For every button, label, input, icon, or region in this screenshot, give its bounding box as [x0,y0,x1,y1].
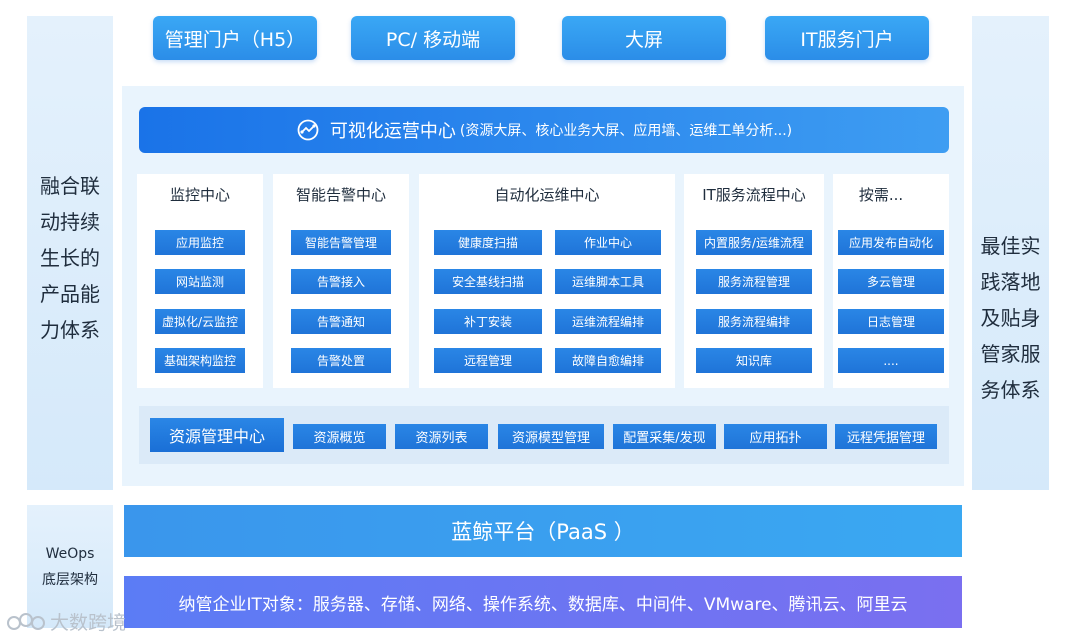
resource-management-center[interactable]: 资源管理中心 [150,418,284,452]
chip-service-flow-management[interactable]: 服务流程管理 [696,269,812,294]
watermark-text: 大数跨境 [50,612,127,634]
left-side-line: 产品能 [40,282,100,306]
card-title: 监控中心 [169,186,230,204]
right-side-text: 最佳实 践落地 及贴身 管家服 务体系 [972,228,1049,408]
visual-operations-center[interactable]: 可视化运营中心 (资源大屏、核心业务大屏、应用墙、运维工单分析...) [139,107,949,153]
chip-more[interactable]: .... [838,348,944,373]
chip-resource-overview[interactable]: 资源概览 [293,424,386,449]
chip-log-management[interactable]: 日志管理 [838,309,944,334]
chip-builtin-service-flow[interactable]: 内置服务/运维流程 [696,230,812,255]
chip-website-monitoring[interactable]: 网站监测 [155,269,245,294]
left-side-text: 融合联 动持续 生长的 产品能 力体系 [27,168,113,348]
card-intelligent-alert-center: 智能告警中心 智能告警管理 告警接入 告警通知 告警处置 [273,174,409,388]
chip-alert-management[interactable]: 智能告警管理 [291,230,391,255]
chip-alert-handling[interactable]: 告警处置 [291,348,391,373]
left-side-line: 动持续 [40,210,100,234]
chip-infrastructure-monitoring[interactable]: 基础架构监控 [155,348,245,373]
right-side-line: 务体系 [980,378,1041,402]
base-architecture-label: 底层架构 [42,571,98,588]
chip-app-release-automation[interactable]: 应用发布自动化 [838,230,944,255]
chart-analysis-icon [296,118,320,142]
chip-alert-ingestion[interactable]: 告警接入 [291,269,391,294]
chip-resource-list[interactable]: 资源列表 [395,424,488,449]
right-side-line: 管家服 [980,342,1041,366]
watermark: 大数跨境 [6,608,126,635]
card-automation-ops-center: 自动化运维中心 健康度扫描 作业中心 安全基线扫描 运维脚本工具 补丁安装 运维… [419,174,675,388]
right-side-line: 最佳实 [980,234,1041,258]
left-side-line: 融合联 [40,174,100,198]
left-side-panel: 融合联 动持续 生长的 产品能 力体系 [27,16,113,490]
chip-job-center[interactable]: 作业中心 [555,230,661,255]
chip-app-topology[interactable]: 应用拓扑 [724,424,827,449]
visual-operations-title: 可视化运营中心 [329,121,456,142]
chip-ops-flow-orchestration[interactable]: 运维流程编排 [555,309,661,334]
chip-app-monitoring[interactable]: 应用监控 [155,230,245,255]
managed-it-objects-bar[interactable]: 纳管企业IT对象：服务器、存储、网络、操作系统、数据库、中间件、VMware、腾… [124,576,962,628]
card-monitoring-center: 监控中心 应用监控 网站监测 虚拟化/云监控 基础架构监控 [137,174,263,388]
chip-service-flow-orchestration[interactable]: 服务流程编排 [696,309,812,334]
chip-knowledge-base[interactable]: 知识库 [696,348,812,373]
chip-multi-cloud-management[interactable]: 多云管理 [838,269,944,294]
visual-operations-subtitle: (资源大屏、核心业务大屏、应用墙、运维工单分析...) [459,123,793,139]
chip-alert-notification[interactable]: 告警通知 [291,309,391,334]
chip-ops-script-tools[interactable]: 运维脚本工具 [555,269,661,294]
card-title: 自动化运维中心 [494,186,600,204]
chip-remote-management[interactable]: 远程管理 [434,348,542,373]
watermark-logo-icon [6,611,46,633]
left-side-line: 生长的 [40,246,100,270]
top-button-admin-portal[interactable]: 管理门户（H5） [153,16,317,60]
chip-virtualization-cloud-monitoring[interactable]: 虚拟化/云监控 [155,309,245,334]
chip-health-scan[interactable]: 健康度扫描 [434,230,542,255]
top-button-pc-mobile[interactable]: PC/ 移动端 [351,16,515,60]
card-title: 按需... [858,186,904,204]
chip-resource-model-management[interactable]: 资源模型管理 [498,424,604,449]
top-button-it-service-portal[interactable]: IT服务门户 [765,16,929,60]
weops-label: WeOps [45,545,95,562]
chip-security-baseline-scan[interactable]: 安全基线扫描 [434,269,542,294]
right-side-panel: 最佳实 践落地 及贴身 管家服 务体系 [972,16,1049,490]
paas-platform-bar[interactable]: 蓝鲸平台（PaaS ） [124,505,962,557]
card-title: IT服务流程中心 [702,186,806,204]
top-button-big-screen[interactable]: 大屏 [562,16,726,60]
right-side-line: 践落地 [980,270,1041,294]
chip-self-healing-orchestration[interactable]: 故障自愈编排 [555,348,661,373]
right-side-line: 及贴身 [980,306,1041,330]
chip-patch-install[interactable]: 补丁安装 [434,309,542,334]
card-it-service-flow-center: IT服务流程中心 内置服务/运维流程 服务流程管理 服务流程编排 知识库 [684,174,824,388]
card-on-demand: 按需... 应用发布自动化 多云管理 日志管理 .... [833,174,949,388]
card-title: 智能告警中心 [295,186,386,204]
chip-config-collection-discovery[interactable]: 配置采集/发现 [613,424,716,449]
chip-remote-credential-management[interactable]: 远程凭据管理 [835,424,937,449]
left-side-line: 力体系 [40,318,100,342]
